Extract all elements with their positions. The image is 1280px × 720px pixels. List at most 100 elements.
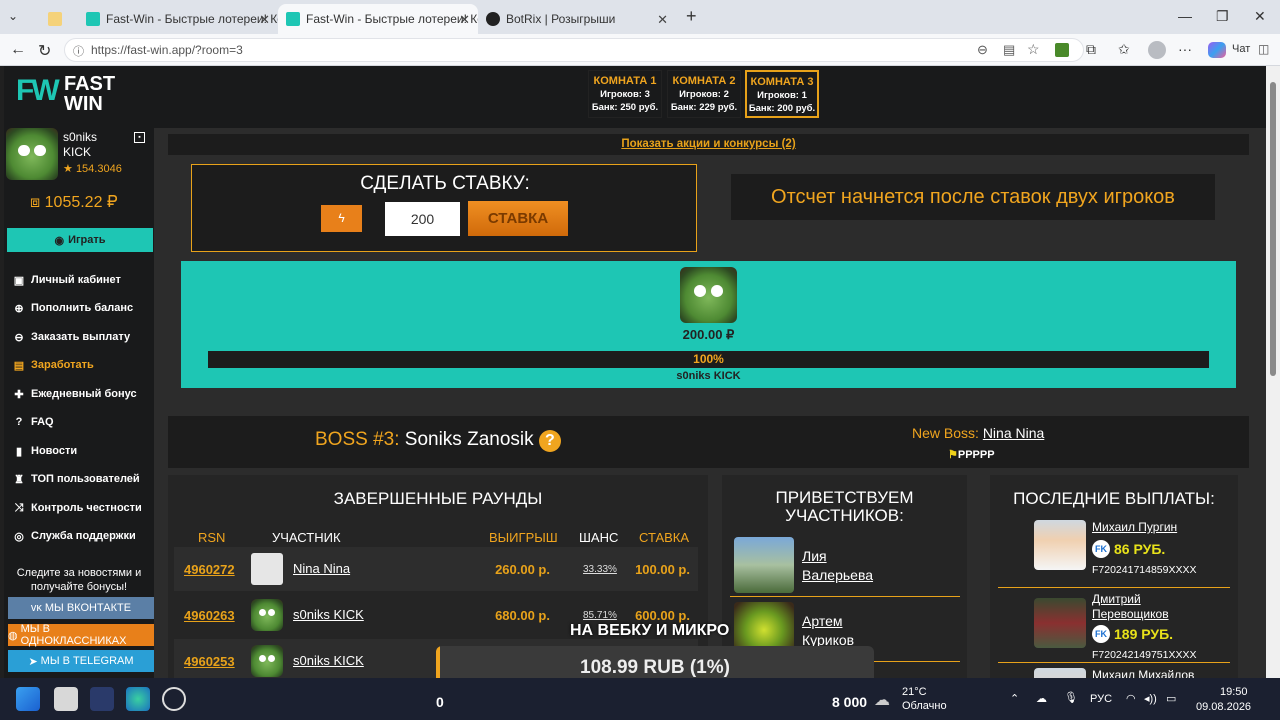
vk-button[interactable]: ᴠᴋ МЫ ВКОНТАКТЕ bbox=[8, 597, 154, 619]
welcome-user-name[interactable]: Лия Валерьева bbox=[802, 547, 902, 585]
room-tab-1[interactable]: КОМНАТА 1 Игроков: 3 Банк: 250 руб. bbox=[588, 70, 662, 118]
col-win: ВЫИГРЫШ bbox=[489, 530, 558, 545]
table-row[interactable]: 4960272 Nina Nina 260.00 р. 33.33% 100.0… bbox=[174, 547, 698, 591]
sidebar-item-cabinet[interactable]: ▣ Личный кабинет bbox=[12, 269, 121, 291]
user-avatar[interactable] bbox=[6, 128, 58, 180]
microphone-icon[interactable]: 🎙 bbox=[1064, 691, 1078, 704]
tab-list-icon[interactable]: ⌄ bbox=[8, 9, 26, 25]
sidebar-item-deposit[interactable]: ⊕ Пополнить баланс bbox=[12, 297, 133, 319]
player-link[interactable]: s0niks KICK bbox=[293, 653, 364, 668]
payout-item[interactable]: Дмитрий Перевощиков FK 189 РУБ. F720242149… bbox=[996, 592, 1234, 661]
tab-botrix[interactable]: BotRix | Розыгрыши ✕ bbox=[478, 4, 676, 34]
user-photo bbox=[1034, 598, 1086, 648]
obs-icon[interactable] bbox=[162, 687, 186, 711]
volume-icon[interactable]: ◂)) bbox=[1144, 692, 1157, 705]
copilot-icon[interactable] bbox=[1208, 42, 1226, 58]
chance-link[interactable]: 33.33% bbox=[583, 564, 617, 575]
help-icon[interactable]: ? bbox=[538, 430, 561, 452]
zoom-icon[interactable]: ⊖ bbox=[977, 42, 988, 58]
payout-item[interactable]: Михаил Пургин FK 86 РУБ. F720241714859XXX… bbox=[996, 520, 1234, 586]
payout-user-name[interactable]: Дмитрий Перевощиков bbox=[1092, 592, 1212, 622]
chance-link[interactable]: 85.71% bbox=[583, 610, 617, 621]
edge-browser-icon[interactable] bbox=[126, 687, 150, 711]
windows-start-icon[interactable] bbox=[16, 687, 40, 711]
play-button[interactable]: ◉ Играть bbox=[7, 228, 153, 252]
language-indicator[interactable]: РУС bbox=[1090, 693, 1112, 705]
room-tab-3[interactable]: КОМНАТА 3 Игроков: 1 Банк: 200 руб. bbox=[745, 70, 819, 118]
close-tab-icon[interactable]: ✕ bbox=[459, 12, 470, 28]
player-link[interactable]: s0niks KICK bbox=[293, 607, 364, 622]
sidebar-item-fairness[interactable]: ⤨ Контроль честности bbox=[12, 497, 142, 519]
new-tab-icon[interactable]: + bbox=[686, 6, 697, 27]
round-id-link[interactable]: 4960263 bbox=[184, 608, 235, 623]
sidebar-item-withdraw[interactable]: ⊖ Заказать выплату bbox=[12, 326, 130, 348]
bet-amount-input[interactable] bbox=[385, 202, 460, 236]
close-tab-icon[interactable]: ✕ bbox=[259, 12, 270, 28]
app-icon[interactable] bbox=[90, 687, 114, 711]
sidebar-item-earn[interactable]: ▤ Заработать bbox=[12, 354, 94, 376]
bookmark-icon: ▮ bbox=[15, 445, 23, 458]
sidebar-item-news[interactable]: ▮ Новости bbox=[12, 440, 77, 462]
favorites-icon[interactable]: ✩ bbox=[1118, 41, 1130, 58]
maximize-icon[interactable]: ❐ bbox=[1216, 8, 1229, 25]
cloud-sync-icon[interactable]: ☁ bbox=[1036, 692, 1047, 705]
more-menu-icon[interactable]: ··· bbox=[1178, 41, 1192, 57]
tray-expand-icon[interactable]: ⌃ bbox=[1010, 692, 1019, 705]
minimize-icon[interactable]: — bbox=[1178, 8, 1192, 24]
round-id-link[interactable]: 4960253 bbox=[184, 654, 235, 669]
sidebar-item-support[interactable]: ◎ Служба поддержки bbox=[12, 525, 136, 547]
tab-fastwin-1[interactable]: Fast-Win - Быстрые лотереи! Ком ✕ bbox=[78, 4, 278, 34]
payout-code: F720241714859XXXX bbox=[1092, 564, 1197, 576]
url-field[interactable]: ⓘ https://fast-win.app/?room=3 ⊖ ▤ ☆ bbox=[64, 38, 1084, 62]
wifi-icon[interactable]: ◠ bbox=[1126, 692, 1136, 705]
user-name[interactable]: s0niks KICK bbox=[63, 130, 97, 160]
round-id-link[interactable]: 4960272 bbox=[184, 562, 235, 577]
round-player-name: s0niks KICK bbox=[676, 370, 741, 382]
sidebar-item-faq[interactable]: ? FAQ bbox=[12, 411, 54, 433]
ok-icon: ◍ bbox=[8, 629, 18, 642]
tab-fastwin-2[interactable]: Fast-Win - Быстрые лотереи! Ком ✕ bbox=[278, 4, 478, 34]
reader-icon[interactable]: ▤ bbox=[1003, 42, 1015, 58]
clock-date[interactable]: 09.08.2026 bbox=[1196, 701, 1251, 713]
back-icon[interactable]: ← bbox=[10, 41, 26, 59]
payout-user-name[interactable]: Михаил Михайлов bbox=[1092, 668, 1212, 678]
new-boss-link[interactable]: Nina Nina bbox=[983, 425, 1044, 441]
ok-button[interactable]: ◍ МЫ В ОДНОКЛАССНИКАХ bbox=[8, 623, 154, 647]
scrollbar-thumb[interactable] bbox=[1270, 82, 1276, 376]
welcome-user-name[interactable]: Артем Куриков bbox=[802, 612, 902, 650]
extensions-puzzle-icon[interactable]: ⧉ bbox=[1086, 41, 1096, 58]
col-chance: ШАНС bbox=[579, 530, 619, 545]
file-explorer-icon[interactable] bbox=[54, 687, 78, 711]
room-tab-2[interactable]: КОМНАТА 2 Игроков: 2 Банк: 229 руб. bbox=[667, 70, 741, 118]
close-window-icon[interactable]: ✕ bbox=[1254, 8, 1266, 25]
profile-avatar-icon[interactable] bbox=[1148, 41, 1166, 59]
bet-panel: СДЕЛАТЬ СТАВКУ: ϟ СТАВКА bbox=[191, 164, 697, 252]
place-bet-button[interactable]: СТАВКА bbox=[468, 201, 568, 236]
player-link[interactable]: Nina Nina bbox=[293, 561, 350, 576]
logout-icon[interactable]: ▪ bbox=[134, 132, 145, 143]
payout-item[interactable]: Михаил Михайлов bbox=[996, 668, 1234, 678]
telegram-button[interactable]: ➤ МЫ В TELEGRAM bbox=[8, 650, 154, 672]
tab-pinned[interactable] bbox=[40, 4, 74, 34]
user-rating: ★ 154.3046 bbox=[63, 163, 122, 175]
logo[interactable]: FW FAST WIN bbox=[4, 66, 154, 128]
close-tab-icon[interactable]: ✕ bbox=[657, 12, 668, 28]
sidebar-toggle-icon[interactable]: ◫ bbox=[1258, 42, 1269, 56]
quick-bet-button[interactable]: ϟ bbox=[321, 205, 362, 232]
promo-link[interactable]: Показать акции и конкурсы (2) bbox=[621, 138, 795, 150]
welcome-user[interactable]: Лия Валерьева bbox=[728, 537, 960, 595]
question-icon: ? bbox=[15, 416, 23, 428]
page-scrollbar[interactable] bbox=[1266, 66, 1280, 678]
sidebar-item-daily-bonus[interactable]: ✚ Ежедневный бонус bbox=[12, 383, 136, 405]
payout-user-name[interactable]: Михаил Пургин bbox=[1092, 520, 1212, 535]
plus-circle-icon: ⊕ bbox=[14, 302, 24, 315]
clock-time[interactable]: 19:50 bbox=[1220, 686, 1248, 698]
room-header: КОМНАТА 1 Игроков: 3 Банк: 250 руб. КОМН… bbox=[154, 66, 1266, 128]
extension-icon[interactable] bbox=[1055, 43, 1069, 57]
reload-icon[interactable]: ↻ bbox=[38, 41, 51, 61]
chat-label[interactable]: Чат bbox=[1232, 43, 1250, 55]
site-info-icon[interactable]: ⓘ bbox=[73, 43, 84, 59]
battery-icon[interactable]: ▭ bbox=[1166, 692, 1176, 705]
favorite-star-icon[interactable]: ☆ bbox=[1027, 41, 1040, 58]
sidebar-item-top-users[interactable]: ♜ ТОП пользователей bbox=[12, 468, 140, 490]
